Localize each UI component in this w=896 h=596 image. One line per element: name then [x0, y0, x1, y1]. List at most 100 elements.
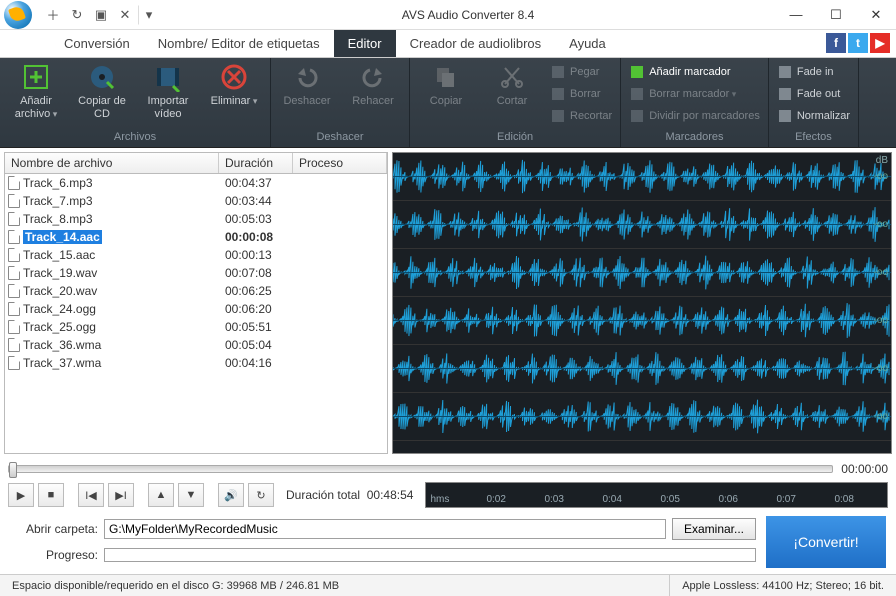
timeline-tick: 0:03 [544, 494, 563, 505]
waveform-track[interactable]: -oo [393, 153, 891, 201]
import-video-button[interactable]: Importar vídeo [140, 62, 196, 120]
wave-db: -oo [874, 219, 888, 230]
split-markers-button: Dividir por marcadores [629, 106, 760, 126]
progress-label: Progreso: [10, 548, 98, 562]
total-time: 00:48:54 [367, 488, 414, 502]
file-row[interactable]: Track_6.mp300:04:37 [5, 174, 387, 192]
file-icon [8, 284, 20, 298]
fade-in-icon [777, 64, 793, 80]
waveform-track[interactable]: -oo [393, 249, 891, 297]
menu-editor[interactable]: Editor [334, 30, 396, 57]
wave-db: -oo [874, 267, 888, 278]
column-process[interactable]: Proceso [293, 153, 387, 173]
twitter-icon[interactable]: t [848, 33, 868, 53]
undo-icon [292, 62, 322, 92]
fade-out-icon [777, 86, 793, 102]
file-row[interactable]: Track_7.mp300:03:44 [5, 192, 387, 210]
app-logo [4, 1, 32, 29]
fade-out-button[interactable]: Fade out [777, 84, 850, 104]
file-row[interactable]: Track_24.ogg00:06:20 [5, 300, 387, 318]
menu-conversi-n[interactable]: Conversión [50, 30, 144, 57]
volume-button[interactable]: 🔊 [218, 483, 244, 507]
normalize-button[interactable]: Normalizar [777, 106, 850, 126]
timeline-tick: 0:02 [486, 494, 505, 505]
file-icon [8, 230, 20, 244]
copy-button: Copiar [418, 62, 474, 108]
file-row[interactable]: Track_14.aac00:00:08 [5, 228, 387, 246]
qat-import-icon[interactable]: ▣ [90, 5, 112, 25]
move-down-button[interactable]: ▼ [178, 483, 204, 507]
file-icon [8, 212, 20, 226]
waveform-track[interactable]: -oo [393, 297, 891, 345]
file-icon [8, 338, 20, 352]
file-icon [8, 320, 20, 334]
position-slider[interactable] [8, 465, 833, 473]
erase-button: Borrar [550, 84, 612, 104]
menu-creador-de-audiolibros[interactable]: Creador de audiolibros [396, 30, 556, 57]
convert-button[interactable]: ¡Convertir! [766, 516, 886, 568]
wave-db: -oo [874, 411, 888, 422]
erase-icon [550, 86, 566, 102]
minimize-button[interactable]: — [776, 1, 816, 29]
file-row[interactable]: Track_8.mp300:05:03 [5, 210, 387, 228]
delete-icon [219, 62, 249, 92]
open-folder-input[interactable] [104, 519, 666, 539]
file-row[interactable]: Track_19.wav00:07:08 [5, 264, 387, 282]
close-button[interactable]: ✕ [856, 1, 896, 29]
file-icon [8, 302, 20, 316]
facebook-icon[interactable]: f [826, 33, 846, 53]
group-label: Edición [497, 131, 533, 143]
timeline-tick: 0:05 [660, 494, 679, 505]
menu-ayuda[interactable]: Ayuda [555, 30, 620, 57]
redo-icon [358, 62, 388, 92]
add-file-button[interactable]: Añadir archivo [8, 62, 64, 120]
fade-in-button[interactable]: Fade in [777, 62, 850, 82]
add-marker-icon [629, 64, 645, 80]
crop-button: Recortar [550, 106, 612, 126]
column-name[interactable]: Nombre de archivo [5, 153, 219, 173]
add-marker-button[interactable]: Añadir marcador [629, 62, 760, 82]
menu-nombre-editor-de-etiquetas[interactable]: Nombre/ Editor de etiquetas [144, 30, 334, 57]
file-row[interactable]: Track_37.wma00:04:16 [5, 354, 387, 372]
move-up-button[interactable]: ▲ [148, 483, 174, 507]
copy-cd-icon [87, 62, 117, 92]
copy-cd-button[interactable]: Copiar de CD [74, 62, 130, 120]
file-icon [8, 176, 20, 190]
file-row[interactable]: Track_25.ogg00:05:51 [5, 318, 387, 336]
cut-icon [497, 62, 527, 92]
qat-refresh-icon[interactable]: ↻ [66, 5, 88, 25]
slider-thumb[interactable] [9, 462, 17, 478]
file-row[interactable]: Track_36.wma00:05:04 [5, 336, 387, 354]
file-icon [8, 194, 20, 208]
waveform-track[interactable]: -oo [393, 201, 891, 249]
undo-button: Deshacer [279, 62, 335, 108]
qat-more-icon[interactable]: ▾ [138, 5, 160, 25]
crop-icon [550, 108, 566, 124]
stop-button[interactable]: ■ [38, 483, 64, 507]
file-row[interactable]: Track_20.wav00:06:25 [5, 282, 387, 300]
play-button[interactable]: ▶ [8, 483, 34, 507]
column-duration[interactable]: Duración [219, 153, 293, 173]
waveform-panel[interactable]: dB -oo-oo-oo-oo-oo-oo [392, 152, 892, 454]
waveform-track[interactable]: -oo [393, 345, 891, 393]
timeline[interactable]: hms 0:020:030:040:050:060:070:08 [425, 482, 888, 508]
copy-icon [431, 62, 461, 92]
maximize-button[interactable]: ☐ [816, 1, 856, 29]
app-title: AVS Audio Converter 8.4 [160, 8, 776, 22]
youtube-icon[interactable]: ▶ [870, 33, 890, 53]
delete-button[interactable]: Eliminar [206, 62, 262, 108]
next-button[interactable]: ▶I [108, 483, 134, 507]
qat-add-icon[interactable]: ＋ [42, 5, 64, 25]
repeat-button[interactable]: ↻ [248, 483, 274, 507]
file-icon [8, 356, 20, 370]
timeline-tick: 0:04 [602, 494, 621, 505]
wave-db: -oo [874, 171, 888, 182]
file-list[interactable]: Track_6.mp300:04:37Track_7.mp300:03:44Tr… [5, 174, 387, 453]
file-row[interactable]: Track_15.aac00:00:13 [5, 246, 387, 264]
prev-button[interactable]: I◀ [78, 483, 104, 507]
browse-button[interactable]: Examinar... [672, 518, 756, 540]
group-label: Efectos [795, 131, 832, 143]
qat-close-icon[interactable]: ✕ [114, 5, 136, 25]
waveform-track[interactable]: -oo [393, 393, 891, 441]
add-file-icon [21, 62, 51, 92]
